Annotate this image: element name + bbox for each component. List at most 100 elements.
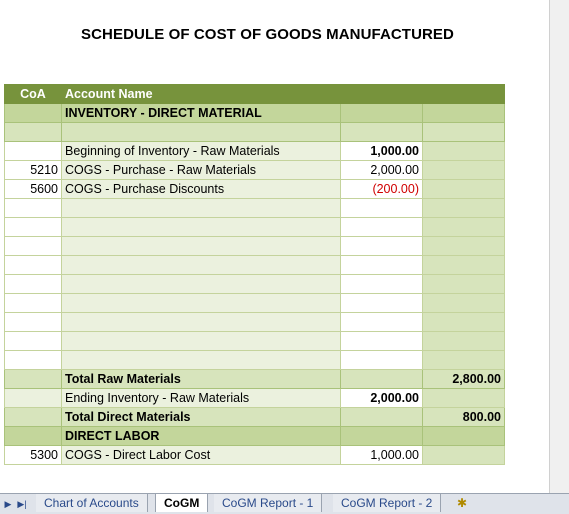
coa-cell[interactable] bbox=[4, 293, 62, 313]
table-row bbox=[4, 198, 505, 218]
account-name-cell[interactable]: Beginning of Inventory - Raw Materials bbox=[61, 141, 341, 161]
cell[interactable] bbox=[422, 103, 505, 123]
coa-cell[interactable] bbox=[4, 274, 62, 294]
total-raw-materials-row: Total Raw Materials 2,800.00 bbox=[4, 369, 505, 389]
cell[interactable] bbox=[340, 407, 423, 427]
table-row bbox=[4, 293, 505, 313]
cell[interactable] bbox=[4, 122, 62, 142]
amount-cell[interactable]: 2,000.00 bbox=[340, 388, 423, 408]
amount-cell[interactable] bbox=[340, 198, 423, 218]
table-row bbox=[4, 331, 505, 351]
amount-cell[interactable]: 1,000.00 bbox=[340, 445, 423, 465]
scroll-last-tab-icon[interactable]: ▶| bbox=[16, 497, 28, 511]
amount-cell[interactable]: 2,000.00 bbox=[340, 160, 423, 180]
cell[interactable] bbox=[422, 122, 505, 142]
ending-inventory-row: Ending Inventory - Raw Materials 2,000.0… bbox=[4, 388, 505, 408]
total-cell[interactable] bbox=[422, 350, 505, 370]
header-empty-cell[interactable] bbox=[340, 84, 423, 104]
insert-sheet-icon[interactable]: ✱ bbox=[454, 496, 470, 510]
coa-cell[interactable]: 5210 bbox=[4, 160, 62, 180]
cell[interactable] bbox=[340, 103, 423, 123]
amount-cell[interactable] bbox=[340, 312, 423, 332]
total-cell[interactable] bbox=[422, 312, 505, 332]
account-name-cell[interactable]: COGS - Purchase - Raw Materials bbox=[61, 160, 341, 180]
spreadsheet-area[interactable]: SCHEDULE OF COST OF GOODS MANUFACTURED C… bbox=[0, 0, 549, 493]
account-name-cell[interactable] bbox=[61, 350, 341, 370]
account-name-cell[interactable]: COGS - Direct Labor Cost bbox=[61, 445, 341, 465]
amount-cell[interactable] bbox=[340, 255, 423, 275]
tab-cogm-report-1[interactable]: CoGM Report - 1 bbox=[214, 494, 323, 512]
amount-cell[interactable] bbox=[340, 293, 423, 313]
cell[interactable] bbox=[340, 122, 423, 142]
table-row bbox=[4, 255, 505, 275]
coa-cell[interactable] bbox=[4, 312, 62, 332]
amount-cell[interactable] bbox=[340, 274, 423, 294]
tab-chart-of-accounts[interactable]: Chart of Accounts bbox=[36, 494, 148, 512]
coa-cell[interactable] bbox=[4, 388, 62, 408]
total-label[interactable]: Total Raw Materials bbox=[61, 369, 341, 389]
cell[interactable] bbox=[4, 369, 62, 389]
cell[interactable] bbox=[4, 103, 62, 123]
coa-cell[interactable] bbox=[4, 217, 62, 237]
cell[interactable] bbox=[4, 407, 62, 427]
total-cell[interactable] bbox=[422, 388, 505, 408]
sheet-title: SCHEDULE OF COST OF GOODS MANUFACTURED bbox=[81, 26, 454, 43]
amount-cell[interactable]: (200.00) bbox=[340, 179, 423, 199]
total-cell[interactable] bbox=[422, 236, 505, 256]
table-row: 5210 COGS - Purchase - Raw Materials 2,0… bbox=[4, 160, 505, 180]
account-name-cell[interactable] bbox=[61, 274, 341, 294]
coa-header[interactable]: CoA bbox=[4, 84, 62, 104]
cell[interactable] bbox=[422, 426, 505, 446]
coa-cell[interactable] bbox=[4, 198, 62, 218]
total-cell[interactable] bbox=[422, 331, 505, 351]
total-cell[interactable] bbox=[422, 179, 505, 199]
account-name-cell[interactable] bbox=[61, 217, 341, 237]
account-name-cell[interactable] bbox=[61, 236, 341, 256]
tab-cogm-report-2[interactable]: CoGM Report - 2 bbox=[333, 494, 442, 512]
account-name-header[interactable]: Account Name bbox=[61, 84, 341, 104]
cell[interactable] bbox=[61, 122, 341, 142]
total-amount[interactable]: 2,800.00 bbox=[422, 369, 505, 389]
cell[interactable] bbox=[4, 426, 62, 446]
total-cell[interactable] bbox=[422, 217, 505, 237]
table-row bbox=[4, 274, 505, 294]
coa-cell[interactable]: 5300 bbox=[4, 445, 62, 465]
table-row bbox=[4, 236, 505, 256]
total-label[interactable]: Total Direct Materials bbox=[61, 407, 341, 427]
coa-cell[interactable] bbox=[4, 141, 62, 161]
account-name-cell[interactable] bbox=[61, 198, 341, 218]
sheet-tab-bar: ▶ ▶| Chart of Accounts CoGM CoGM Report … bbox=[0, 493, 569, 514]
total-cell[interactable] bbox=[422, 160, 505, 180]
coa-cell[interactable] bbox=[4, 255, 62, 275]
account-name-cell[interactable]: COGS - Purchase Discounts bbox=[61, 179, 341, 199]
scroll-next-tab-icon[interactable]: ▶ bbox=[2, 497, 14, 511]
account-name-cell[interactable] bbox=[61, 293, 341, 313]
cell[interactable] bbox=[340, 426, 423, 446]
total-cell[interactable] bbox=[422, 445, 505, 465]
amount-cell[interactable] bbox=[340, 217, 423, 237]
coa-cell[interactable]: 5600 bbox=[4, 179, 62, 199]
account-name-cell[interactable] bbox=[61, 312, 341, 332]
section-label[interactable]: DIRECT LABOR bbox=[61, 426, 341, 446]
total-amount[interactable]: 800.00 bbox=[422, 407, 505, 427]
amount-cell[interactable] bbox=[340, 331, 423, 351]
vertical-scrollbar[interactable] bbox=[549, 0, 569, 493]
amount-cell[interactable] bbox=[340, 350, 423, 370]
total-cell[interactable] bbox=[422, 293, 505, 313]
header-empty-cell[interactable] bbox=[422, 84, 505, 104]
total-cell[interactable] bbox=[422, 255, 505, 275]
tab-cogm[interactable]: CoGM bbox=[155, 494, 209, 512]
amount-cell[interactable] bbox=[340, 236, 423, 256]
coa-cell[interactable] bbox=[4, 331, 62, 351]
account-name-cell[interactable] bbox=[61, 331, 341, 351]
amount-cell[interactable]: 1,000.00 bbox=[340, 141, 423, 161]
account-name-cell[interactable] bbox=[61, 255, 341, 275]
section-label[interactable]: INVENTORY - DIRECT MATERIAL bbox=[61, 103, 341, 123]
total-cell[interactable] bbox=[422, 198, 505, 218]
coa-cell[interactable] bbox=[4, 236, 62, 256]
total-cell[interactable] bbox=[422, 141, 505, 161]
cell[interactable] bbox=[340, 369, 423, 389]
account-name-cell[interactable]: Ending Inventory - Raw Materials bbox=[61, 388, 341, 408]
coa-cell[interactable] bbox=[4, 350, 62, 370]
total-cell[interactable] bbox=[422, 274, 505, 294]
